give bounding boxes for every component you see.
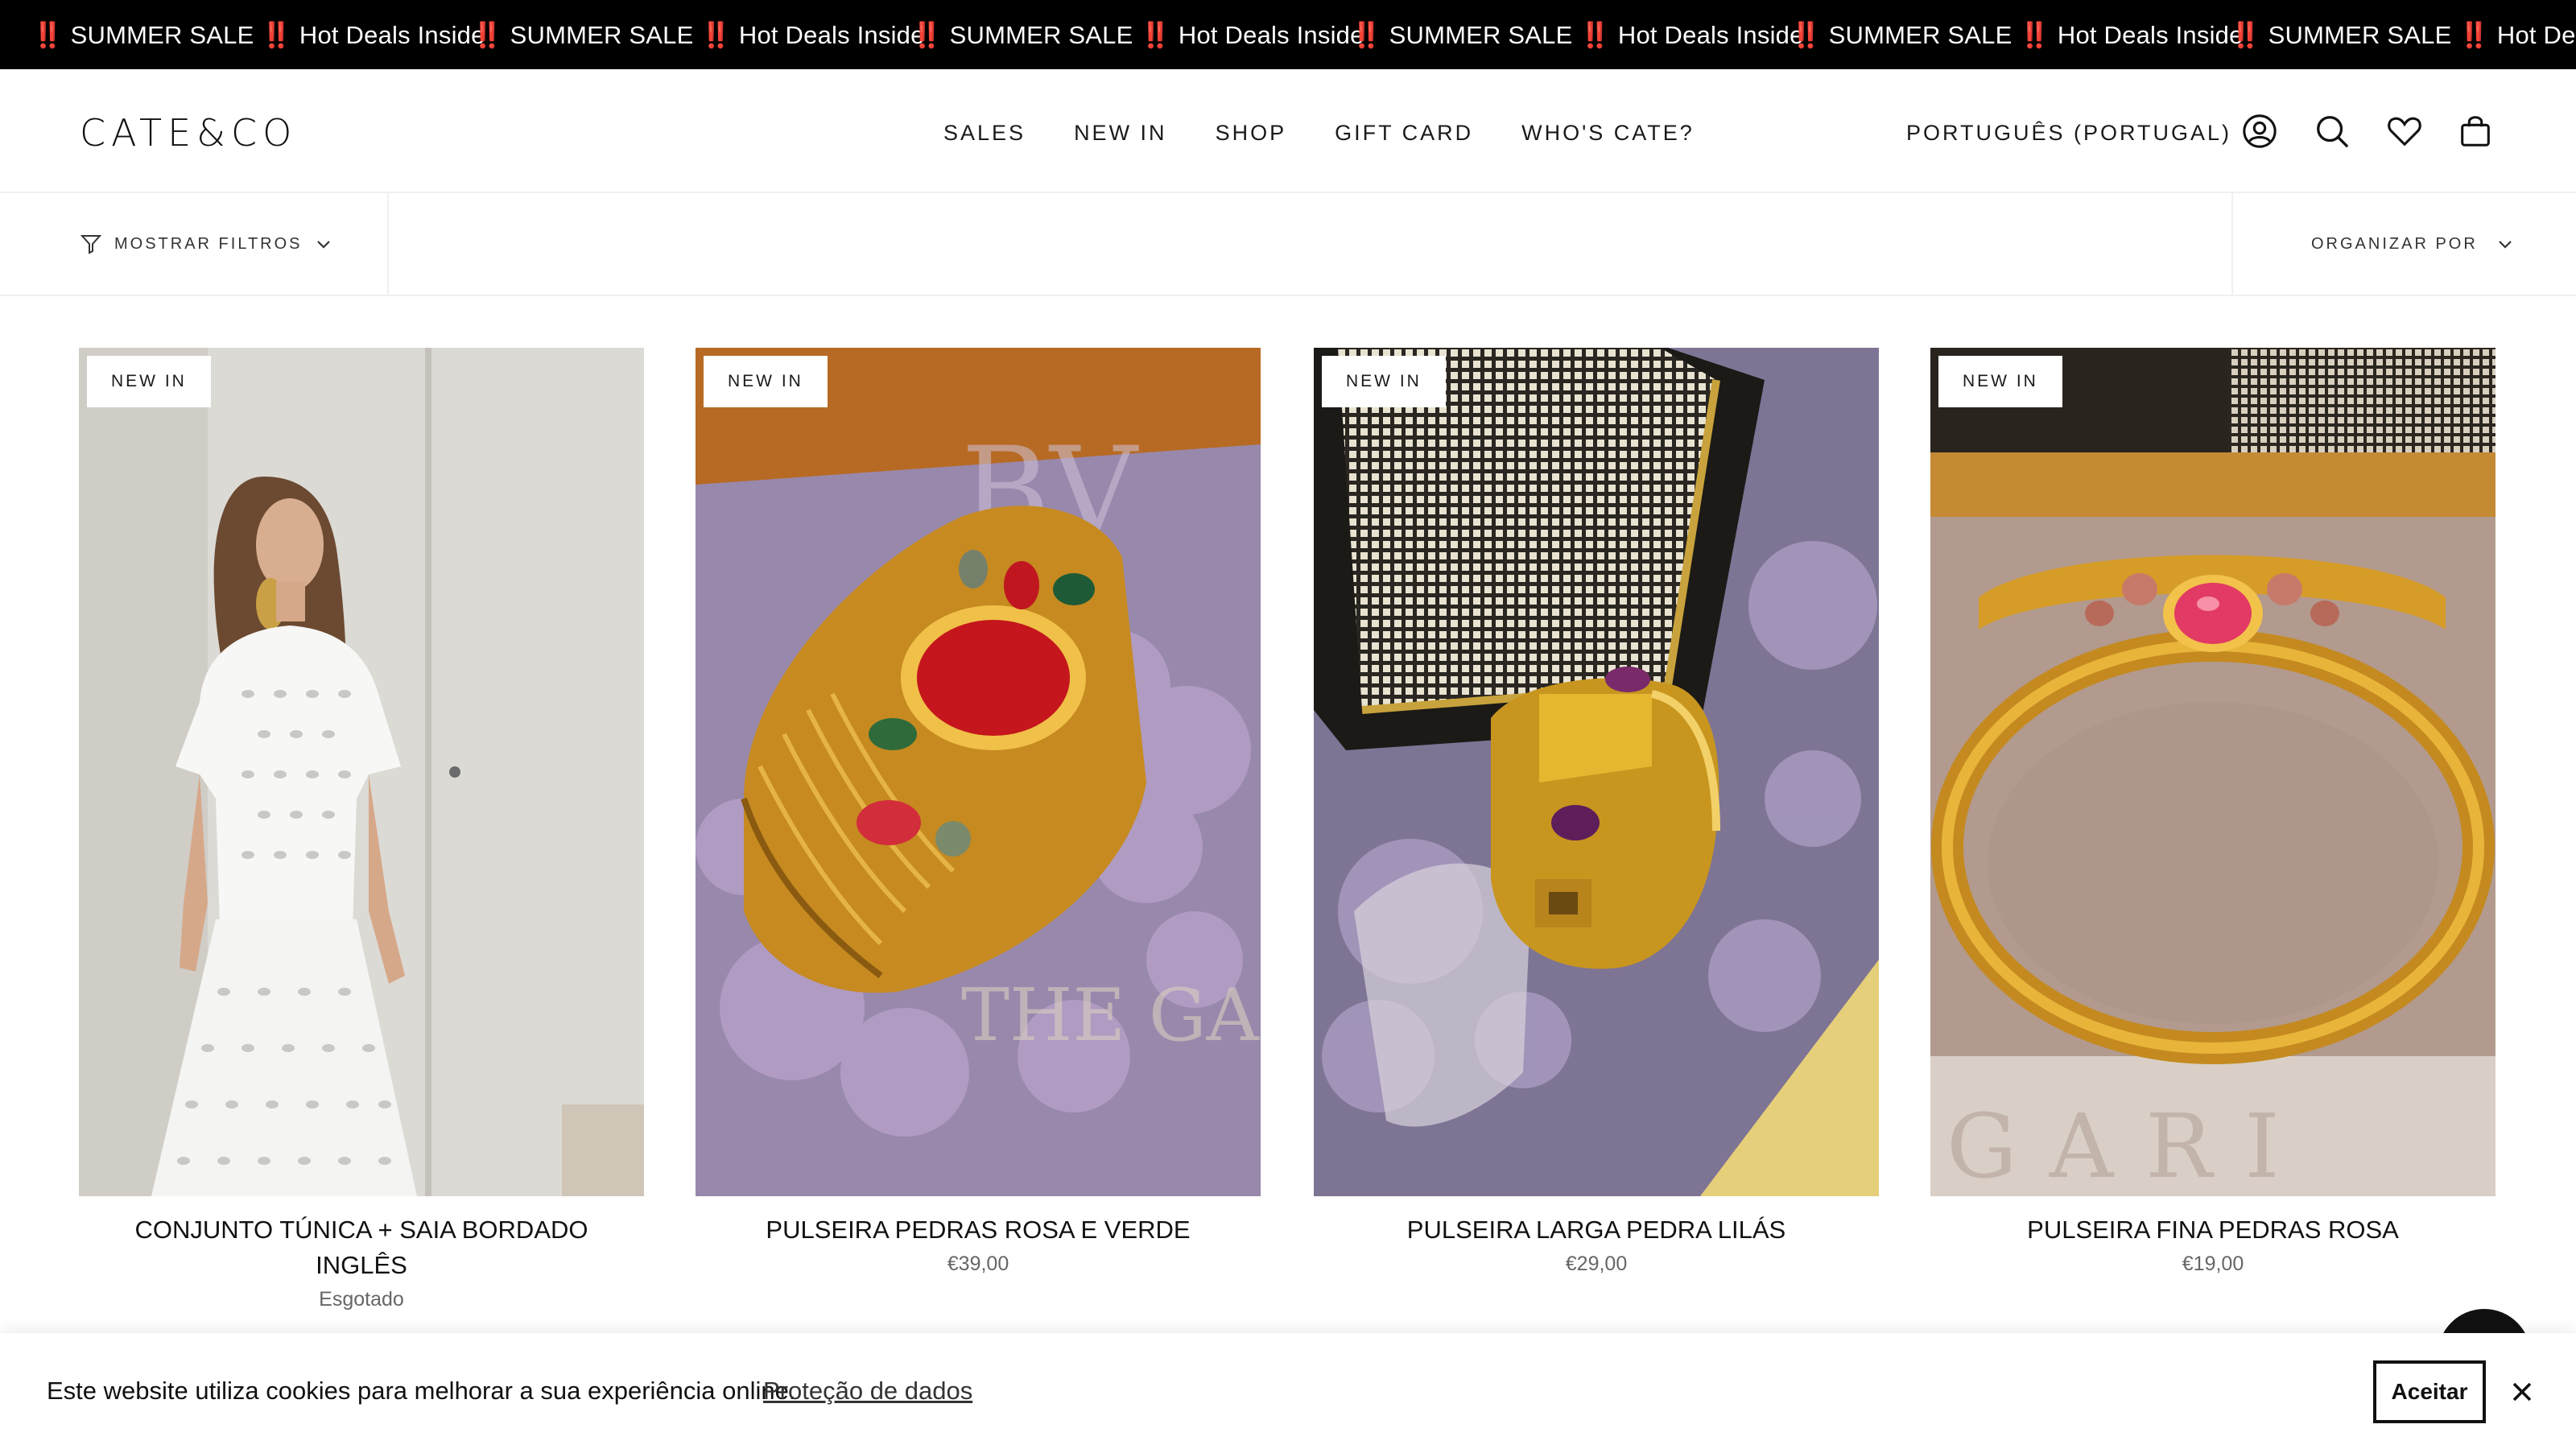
nav-item-shop[interactable]: SHOP (1216, 113, 1287, 153)
heart-icon[interactable] (2384, 111, 2425, 151)
announcement-text[interactable]: ‼️ SUMMER SALE ‼️ Hot Deals Inside (2230, 0, 2576, 69)
bag-icon[interactable] (2455, 111, 2496, 151)
product-title[interactable]: PULSEIRA LARGA PEDRA LILÁS (1314, 1212, 1879, 1248)
product-price: Esgotado (319, 1288, 404, 1311)
product-card[interactable]: GARI NEW IN PULSEIRA FINA PEDRAS ROSA €1… (1930, 348, 2496, 1276)
announcement-text[interactable]: ‼️ SUMMER SALE ‼️ Hot Deals Inside (1790, 0, 2244, 69)
accept-cookies-button[interactable]: Aceitar (2373, 1360, 2486, 1423)
product-price: €39,00 (947, 1253, 1009, 1275)
language-selector[interactable]: PORTUGUÊS (PORTUGAL) (1906, 113, 2231, 153)
main-nav: SALES NEW IN SHOP GIFT CARD WHO'S CATE? (943, 113, 1743, 153)
nav-item-sales[interactable]: SALES (943, 113, 1026, 153)
search-icon[interactable] (2312, 111, 2352, 151)
announcement-text[interactable]: ‼️ SUMMER SALE ‼️ Hot Deals Inside (911, 0, 1364, 69)
nav-item-whos-cate[interactable]: WHO'S CATE? (1521, 113, 1695, 153)
announcement-text[interactable]: ‼️ SUMMER SALE ‼️ Hot Deals Inside (1351, 0, 1804, 69)
show-filters-label: MOSTRAR FILTROS (114, 234, 303, 253)
privacy-link[interactable]: Proteção de dados (763, 1372, 972, 1410)
new-in-badge: NEW IN (1938, 356, 2062, 407)
nav-item-gift-card[interactable]: GIFT CARD (1335, 113, 1473, 153)
product-title[interactable]: PULSEIRA PEDRAS ROSA E VERDE (696, 1212, 1261, 1248)
product-image[interactable]: NEW IN (1314, 348, 1879, 1196)
svg-text:GARI: GARI (1946, 1095, 2312, 1196)
new-in-badge: NEW IN (1322, 356, 1446, 407)
product-card[interactable]: NEW IN CONJUNTO TÚNICA + SAIA BORDADO IN… (79, 348, 644, 1311)
chevron-down-icon (2497, 236, 2513, 252)
new-in-badge: NEW IN (704, 356, 828, 407)
product-price: €29,00 (1565, 1253, 1628, 1275)
close-icon[interactable] (2505, 1375, 2539, 1409)
product-image[interactable]: GARI NEW IN (1930, 348, 2496, 1196)
announcement-bar: ‼️ SUMMER SALE ‼️ Hot Deals Inside ‼️ SU… (0, 0, 2576, 69)
cookie-banner: Este website utiliza cookies para melhor… (0, 1333, 2576, 1449)
product-title[interactable]: PULSEIRA FINA PEDRAS ROSA (1930, 1212, 2496, 1248)
site-header: CATE&CO SALES NEW IN SHOP GIFT CARD WHO'… (0, 69, 2576, 193)
nav-item-new-in[interactable]: NEW IN (1074, 113, 1167, 153)
new-in-badge: NEW IN (87, 356, 211, 407)
product-card[interactable]: NEW IN PULSEIRA LARGA PEDRA LILÁS €29,00 (1314, 348, 1879, 1276)
filter-icon (80, 233, 101, 254)
show-filters-button[interactable]: MOSTRAR FILTROS (0, 193, 389, 295)
product-image[interactable]: BV THE GAR NEW IN (696, 348, 1261, 1196)
product-price: €19,00 (2182, 1253, 2244, 1275)
svg-text:THE GAR: THE GAR (961, 973, 1261, 1058)
logo[interactable]: CATE&CO (80, 111, 297, 155)
product-title[interactable]: CONJUNTO TÚNICA + SAIA BORDADO INGLÊS (79, 1212, 644, 1283)
sort-by-label: ORGANIZAR POR (2311, 234, 2478, 253)
sort-by-button[interactable]: ORGANIZAR POR (2231, 193, 2576, 295)
filter-bar: MOSTRAR FILTROS ORGANIZAR POR (0, 193, 2576, 296)
chevron-down-icon (316, 236, 332, 252)
announcement-text[interactable]: ‼️ SUMMER SALE ‼️ Hot Deals Inside (472, 0, 925, 69)
account-icon[interactable] (2240, 111, 2280, 151)
product-card[interactable]: BV THE GAR NEW IN PULSEIRA PEDRAS ROSA E… (696, 348, 1261, 1276)
cookie-message: Este website utiliza cookies para melhor… (47, 1377, 796, 1405)
product-image[interactable]: NEW IN (79, 348, 644, 1196)
announcement-text[interactable]: ‼️ SUMMER SALE ‼️ Hot Deals Inside (32, 0, 485, 69)
